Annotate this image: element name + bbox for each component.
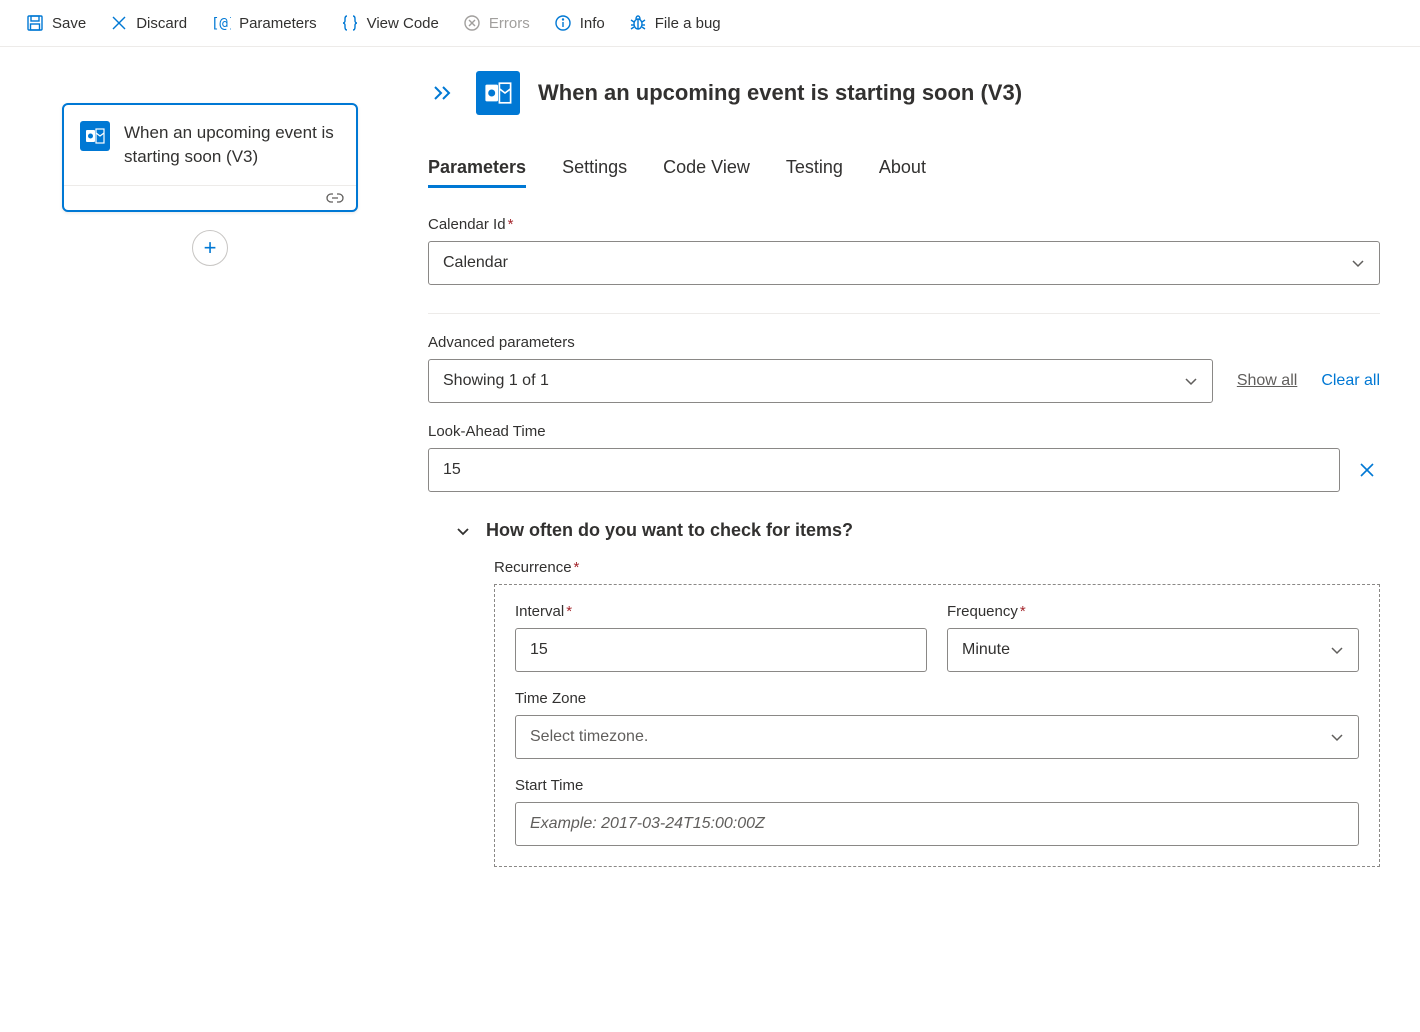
- node-footer: [64, 185, 356, 210]
- timezone-select[interactable]: Select timezone.: [515, 715, 1359, 759]
- recurrence-box: Interval* 15 Frequency* Minute: [494, 584, 1380, 867]
- errors-label: Errors: [489, 15, 530, 32]
- recurrence-label: Recurrence*: [494, 559, 1380, 576]
- info-button[interactable]: Info: [544, 8, 615, 38]
- interval-input[interactable]: 15: [515, 628, 927, 672]
- details-panel: When an upcoming event is starting soon …: [420, 47, 1420, 1019]
- divider: [428, 313, 1380, 314]
- advanced-parameters-block: Advanced parameters Showing 1 of 1 Show …: [428, 334, 1380, 403]
- show-all-link[interactable]: Show all: [1237, 372, 1297, 390]
- frequency-field: Frequency* Minute: [947, 603, 1359, 672]
- panel-header: When an upcoming event is starting soon …: [428, 71, 1380, 115]
- chevron-down-icon: [1330, 732, 1344, 742]
- toolbar: Save Discard [@] Parameters View Code Er…: [0, 0, 1420, 47]
- errors-button: Errors: [453, 8, 540, 38]
- chevron-down-icon: [456, 526, 470, 536]
- close-icon: [110, 14, 128, 32]
- start-time-label: Start Time: [515, 777, 1359, 794]
- plus-icon: +: [204, 235, 217, 261]
- timezone-field: Time Zone Select timezone.: [515, 690, 1359, 759]
- calendar-id-select[interactable]: Calendar: [428, 241, 1380, 285]
- tab-settings[interactable]: Settings: [562, 151, 627, 188]
- parameters-button[interactable]: [@] Parameters: [201, 8, 327, 38]
- save-label: Save: [52, 15, 86, 32]
- bug-icon: [629, 14, 647, 32]
- calendar-id-label: Calendar Id*: [428, 216, 1380, 233]
- node-body: When an upcoming event is starting soon …: [64, 105, 356, 185]
- clear-all-link[interactable]: Clear all: [1321, 372, 1380, 390]
- panel-title: When an upcoming event is starting soon …: [538, 80, 1022, 106]
- braces-icon: [341, 14, 359, 32]
- collapse-panel-button[interactable]: [428, 80, 458, 106]
- file-bug-label: File a bug: [655, 15, 721, 32]
- start-time-placeholder: Example: 2017-03-24T15:00:00Z: [530, 815, 765, 833]
- tab-testing[interactable]: Testing: [786, 151, 843, 188]
- add-step-button[interactable]: +: [192, 230, 228, 266]
- discard-label: Discard: [136, 15, 187, 32]
- calendar-id-value: Calendar: [443, 254, 508, 272]
- save-button[interactable]: Save: [16, 8, 96, 38]
- view-code-label: View Code: [367, 15, 439, 32]
- flow-canvas[interactable]: When an upcoming event is starting soon …: [0, 47, 420, 1019]
- start-time-input[interactable]: Example: 2017-03-24T15:00:00Z: [515, 802, 1359, 846]
- advanced-parameters-value: Showing 1 of 1: [443, 372, 549, 390]
- view-code-button[interactable]: View Code: [331, 8, 449, 38]
- file-bug-button[interactable]: File a bug: [619, 8, 731, 38]
- info-label: Info: [580, 15, 605, 32]
- frequency-value: Minute: [962, 641, 1010, 659]
- trigger-node[interactable]: When an upcoming event is starting soon …: [62, 103, 358, 212]
- chevron-down-icon: [1351, 258, 1365, 268]
- chevron-down-icon: [1184, 376, 1198, 386]
- node-title: When an upcoming event is starting soon …: [124, 121, 338, 169]
- info-icon: [554, 14, 572, 32]
- look-ahead-value: 15: [443, 461, 461, 479]
- recurrence-section-toggle[interactable]: How often do you want to check for items…: [456, 520, 1380, 541]
- tabs: Parameters Settings Code View Testing Ab…: [428, 151, 1380, 188]
- frequency-label: Frequency*: [947, 603, 1359, 620]
- interval-label: Interval*: [515, 603, 927, 620]
- tab-parameters[interactable]: Parameters: [428, 151, 526, 188]
- frequency-select[interactable]: Minute: [947, 628, 1359, 672]
- svg-text:[@]: [@]: [211, 16, 231, 32]
- save-icon: [26, 14, 44, 32]
- look-ahead-field: Look-Ahead Time 15: [428, 423, 1380, 492]
- tab-code-view[interactable]: Code View: [663, 151, 750, 188]
- interval-field: Interval* 15: [515, 603, 927, 672]
- parameters-label: Parameters: [239, 15, 317, 32]
- error-icon: [463, 14, 481, 32]
- look-ahead-input[interactable]: 15: [428, 448, 1340, 492]
- timezone-placeholder: Select timezone.: [530, 728, 648, 746]
- interval-value: 15: [530, 641, 548, 659]
- parameters-icon: [@]: [211, 14, 231, 32]
- outlook-icon: [476, 71, 520, 115]
- start-time-field: Start Time Example: 2017-03-24T15:00:00Z: [515, 777, 1359, 846]
- discard-button[interactable]: Discard: [100, 8, 197, 38]
- outlook-icon: [80, 121, 110, 151]
- tab-about[interactable]: About: [879, 151, 926, 188]
- chevron-down-icon: [1330, 645, 1344, 655]
- main-area: When an upcoming event is starting soon …: [0, 47, 1420, 1019]
- timezone-label: Time Zone: [515, 690, 1359, 707]
- look-ahead-label: Look-Ahead Time: [428, 423, 1380, 440]
- advanced-parameters-select[interactable]: Showing 1 of 1: [428, 359, 1213, 403]
- clear-look-ahead-button[interactable]: [1354, 457, 1380, 483]
- advanced-parameters-label: Advanced parameters: [428, 334, 1380, 351]
- recurrence-heading: How often do you want to check for items…: [486, 520, 853, 541]
- link-icon[interactable]: [326, 192, 344, 204]
- calendar-id-field: Calendar Id* Calendar: [428, 216, 1380, 285]
